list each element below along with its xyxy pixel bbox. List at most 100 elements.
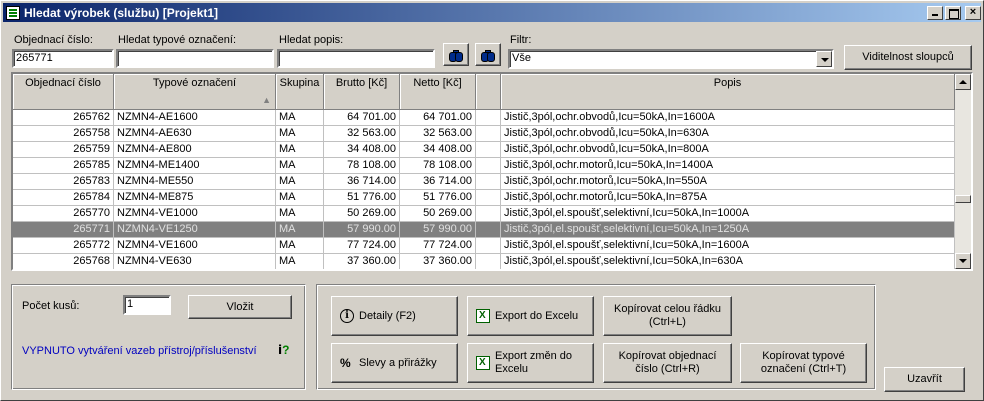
table-row[interactable]: 265771 NZMN4-VE1250 MA 57 990.00 57 990.00 Ji… xyxy=(13,222,955,238)
cell-gross: 50 269.00 xyxy=(324,206,400,221)
search-button[interactable] xyxy=(443,43,469,66)
description-search-label: Hledat popis: xyxy=(279,34,344,46)
cell-type: NZMN4-ME875 xyxy=(114,190,276,205)
cell-type: NZMN4-AE1600 xyxy=(114,110,276,125)
type-search-label: Hledat typové označení: xyxy=(118,34,237,46)
quantity-input[interactable]: 1 xyxy=(123,295,171,315)
export-changes-label-1: Export změn do xyxy=(495,350,573,362)
column-header-group[interactable]: Skupina xyxy=(276,74,324,110)
cell-order-number: 265772 xyxy=(13,238,114,253)
cell-empty xyxy=(476,254,501,269)
table-row[interactable]: 265768 NZMN4-VE630 MA 37 360.00 37 360.00 Jis… xyxy=(13,254,955,269)
table-row[interactable]: 265758 NZMN4-AE630 MA 32 563.00 32 563.00 Jis… xyxy=(13,126,955,142)
export-changes-button[interactable]: Export změn do Excelu xyxy=(467,343,594,383)
column-header-net[interactable]: Netto [Kč] xyxy=(400,74,476,110)
scroll-thumb[interactable] xyxy=(955,195,971,203)
description-search-input[interactable] xyxy=(277,49,435,68)
cell-description: Jistič,3pól,el.spoušť,selektivní,Icu=50k… xyxy=(501,206,955,221)
table-row[interactable]: 265784 NZMN4-ME875 MA 51 776.00 51 776.00 Jis… xyxy=(13,190,955,206)
window-title: Hledat výrobek (službu) [Projekt1] xyxy=(24,5,219,20)
info-icon: i xyxy=(340,309,354,323)
column-header-gross[interactable]: Brutto [Kč] xyxy=(324,74,400,110)
details-button-label: Detaily (F2) xyxy=(359,309,416,322)
cell-description: Jistič,3pól,ochr.obvodů,Icu=50kA,In=800A xyxy=(501,142,955,157)
scroll-down-icon[interactable] xyxy=(955,253,971,269)
copy-order-label-2: číslo (Ctrl+R) xyxy=(635,363,700,375)
minimize-button[interactable] xyxy=(927,5,943,20)
copy-order-number-button[interactable]: Kopírovat objednací číslo (Ctrl+R) xyxy=(603,343,732,383)
column-visibility-button[interactable]: Viditelnost sloupců xyxy=(844,45,972,70)
cell-gross: 37 360.00 xyxy=(324,254,400,269)
cell-group: MA xyxy=(276,110,324,125)
type-search-input[interactable] xyxy=(116,49,274,68)
cell-empty xyxy=(476,126,501,141)
export-excel-button[interactable]: Export do Excelu xyxy=(467,296,594,336)
table-row[interactable]: 265785 NZMN4-ME1400 MA 78 108.00 78 108.00 Ji… xyxy=(13,158,955,174)
column-header-type-label: Typové označení xyxy=(152,77,237,89)
cell-net: 64 701.00 xyxy=(400,110,476,125)
cell-description: Jistič,3pól,ochr.motorů,Icu=50kA,In=875A xyxy=(501,190,955,205)
cell-order-number: 265784 xyxy=(13,190,114,205)
close-window-button[interactable]: × xyxy=(965,5,981,20)
cell-description: Jistič,3pól,el.spoušť,selektivní,Icu=50k… xyxy=(501,238,955,253)
column-header-description[interactable]: Popis xyxy=(501,74,955,110)
cell-group: MA xyxy=(276,126,324,141)
help-icon[interactable]: ⅰ? xyxy=(278,343,289,357)
cell-net: 50 269.00 xyxy=(400,206,476,221)
table-row[interactable]: 265783 NZMN4-ME550 MA 36 714.00 36 714.00 Jis… xyxy=(13,174,955,190)
copy-type-button[interactable]: Kopírovat typové označení (Ctrl+T) xyxy=(740,343,867,383)
table-row[interactable]: 265770 NZMN4-VE1000 MA 50 269.00 50 269.00 Ji… xyxy=(13,206,955,222)
maximize-button[interactable] xyxy=(945,5,961,20)
cell-net: 37 360.00 xyxy=(400,254,476,269)
details-button[interactable]: i Detaily (F2) xyxy=(331,296,458,336)
table-row[interactable]: 265772 NZMN4-VE1600 MA 77 724.00 77 724.00 Ji… xyxy=(13,238,955,254)
filter-label: Filtr: xyxy=(510,34,532,46)
close-button[interactable]: Uzavřít xyxy=(884,367,965,392)
product-search-window: Hledat výrobek (službu) [Projekt1] × Obj… xyxy=(0,0,984,401)
order-number-input[interactable]: 265771 xyxy=(12,49,114,68)
cell-gross: 78 108.00 xyxy=(324,158,400,173)
cell-gross: 36 714.00 xyxy=(324,174,400,189)
table-row[interactable]: 265762 NZMN4-AE1600 MA 64 701.00 64 701.00 Ji… xyxy=(13,110,955,126)
cell-net: 32 563.00 xyxy=(400,126,476,141)
product-grid: Objednací číslo Typové označení ▲ Skupin… xyxy=(11,72,973,271)
scroll-up-icon[interactable] xyxy=(955,74,971,90)
binoculars-icon xyxy=(448,48,464,62)
cell-net: 78 108.00 xyxy=(400,158,476,173)
cell-gross: 57 990.00 xyxy=(324,222,400,237)
chevron-down-icon[interactable] xyxy=(816,51,832,67)
cell-net: 51 776.00 xyxy=(400,190,476,205)
cell-description: Jistič,3pól,ochr.obvodů,Icu=50kA,In=1600… xyxy=(501,110,955,125)
cell-order-number: 265768 xyxy=(13,254,114,269)
cell-empty xyxy=(476,238,501,253)
binoculars-icon xyxy=(480,48,496,62)
cell-group: MA xyxy=(276,142,324,157)
column-header-type[interactable]: Typové označení ▲ xyxy=(114,74,276,110)
filter-select[interactable]: Vše xyxy=(508,49,834,69)
percent-icon: % xyxy=(340,356,351,370)
sort-ascending-icon: ▲ xyxy=(262,95,271,105)
cell-type: NZMN4-VE1600 xyxy=(114,238,276,253)
cell-order-number: 265759 xyxy=(13,142,114,157)
grid-vertical-scrollbar[interactable] xyxy=(955,74,971,269)
copy-row-button[interactable]: Kopírovat celou řádku (Ctrl+L) xyxy=(603,296,732,336)
title-bar: Hledat výrobek (službu) [Projekt1] × xyxy=(3,3,981,22)
search-next-button[interactable] xyxy=(475,43,501,66)
cell-group: MA xyxy=(276,158,324,173)
discounts-button[interactable]: % Slevy a přirážky xyxy=(331,343,458,383)
export-excel-label: Export do Excelu xyxy=(495,309,579,322)
cell-group: MA xyxy=(276,174,324,189)
column-header-empty[interactable] xyxy=(476,74,501,110)
cell-group: MA xyxy=(276,206,324,221)
insert-button[interactable]: Vložit xyxy=(188,295,292,319)
copy-type-label-1: Kopírovat typové xyxy=(762,350,845,362)
cell-empty xyxy=(476,174,501,189)
cell-type: NZMN4-VE1000 xyxy=(114,206,276,221)
column-header-order-number[interactable]: Objednací číslo xyxy=(13,74,114,110)
cell-gross: 34 408.00 xyxy=(324,142,400,157)
copy-row-label-2: (Ctrl+L) xyxy=(649,316,686,328)
accessory-linking-link[interactable]: VYPNUTO vytváření vazeb přístroj/přísluš… xyxy=(22,345,257,357)
discounts-label: Slevy a přirážky xyxy=(359,356,437,369)
table-row[interactable]: 265759 NZMN4-AE800 MA 34 408.00 34 408.00 Jis… xyxy=(13,142,955,158)
app-icon xyxy=(6,5,20,20)
